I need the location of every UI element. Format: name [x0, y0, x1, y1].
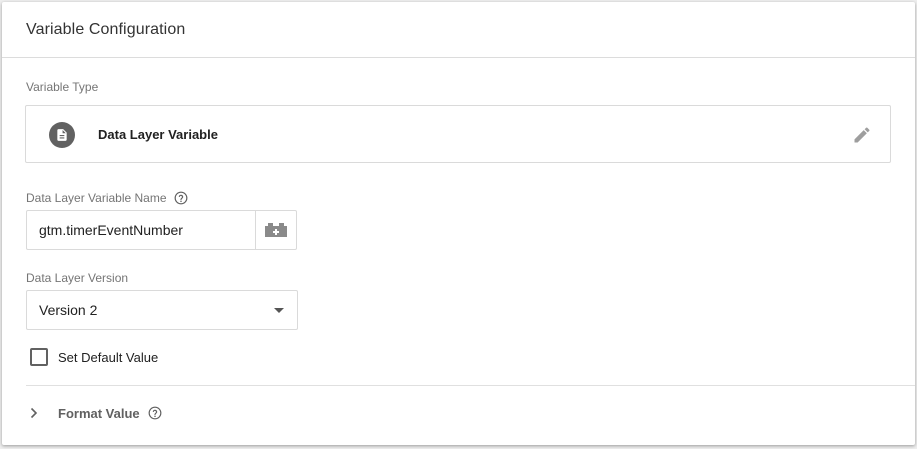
insert-variable-button[interactable]: [255, 211, 296, 249]
section-divider: [26, 385, 915, 386]
variable-name-label: Data Layer Variable Name: [26, 191, 167, 205]
document-icon: [49, 122, 75, 148]
format-value-toggle[interactable]: Format Value: [28, 401, 162, 425]
variable-name-label-row: Data Layer Variable Name: [26, 191, 188, 205]
data-layer-version-select[interactable]: Version 2: [26, 290, 298, 330]
edit-variable-type-button[interactable]: [850, 123, 874, 147]
card-header: Variable Configuration: [2, 2, 915, 58]
card-title: Variable Configuration: [26, 20, 186, 38]
variable-type-name: Data Layer Variable: [98, 127, 218, 142]
set-default-value-label: Set Default Value: [58, 350, 159, 365]
variable-type-selector[interactable]: Data Layer Variable: [25, 105, 891, 163]
help-icon[interactable]: [148, 406, 162, 420]
format-value-label: Format Value: [58, 405, 140, 421]
set-default-value-checkbox[interactable]: [30, 348, 48, 366]
variable-configuration-card: Variable Configuration Variable Type Dat…: [2, 2, 915, 445]
variable-name-input[interactable]: [27, 211, 255, 249]
variable-type-label: Variable Type: [26, 80, 99, 94]
chevron-right-icon: [28, 407, 40, 419]
data-layer-version-label: Data Layer Version: [26, 271, 129, 285]
help-icon[interactable]: [174, 191, 188, 205]
pencil-icon: [854, 127, 870, 143]
lego-brick-icon: [265, 223, 287, 237]
variable-name-field: [26, 210, 297, 250]
data-layer-version-value: Version 2: [39, 302, 98, 318]
dropdown-caret-icon: [274, 308, 284, 313]
